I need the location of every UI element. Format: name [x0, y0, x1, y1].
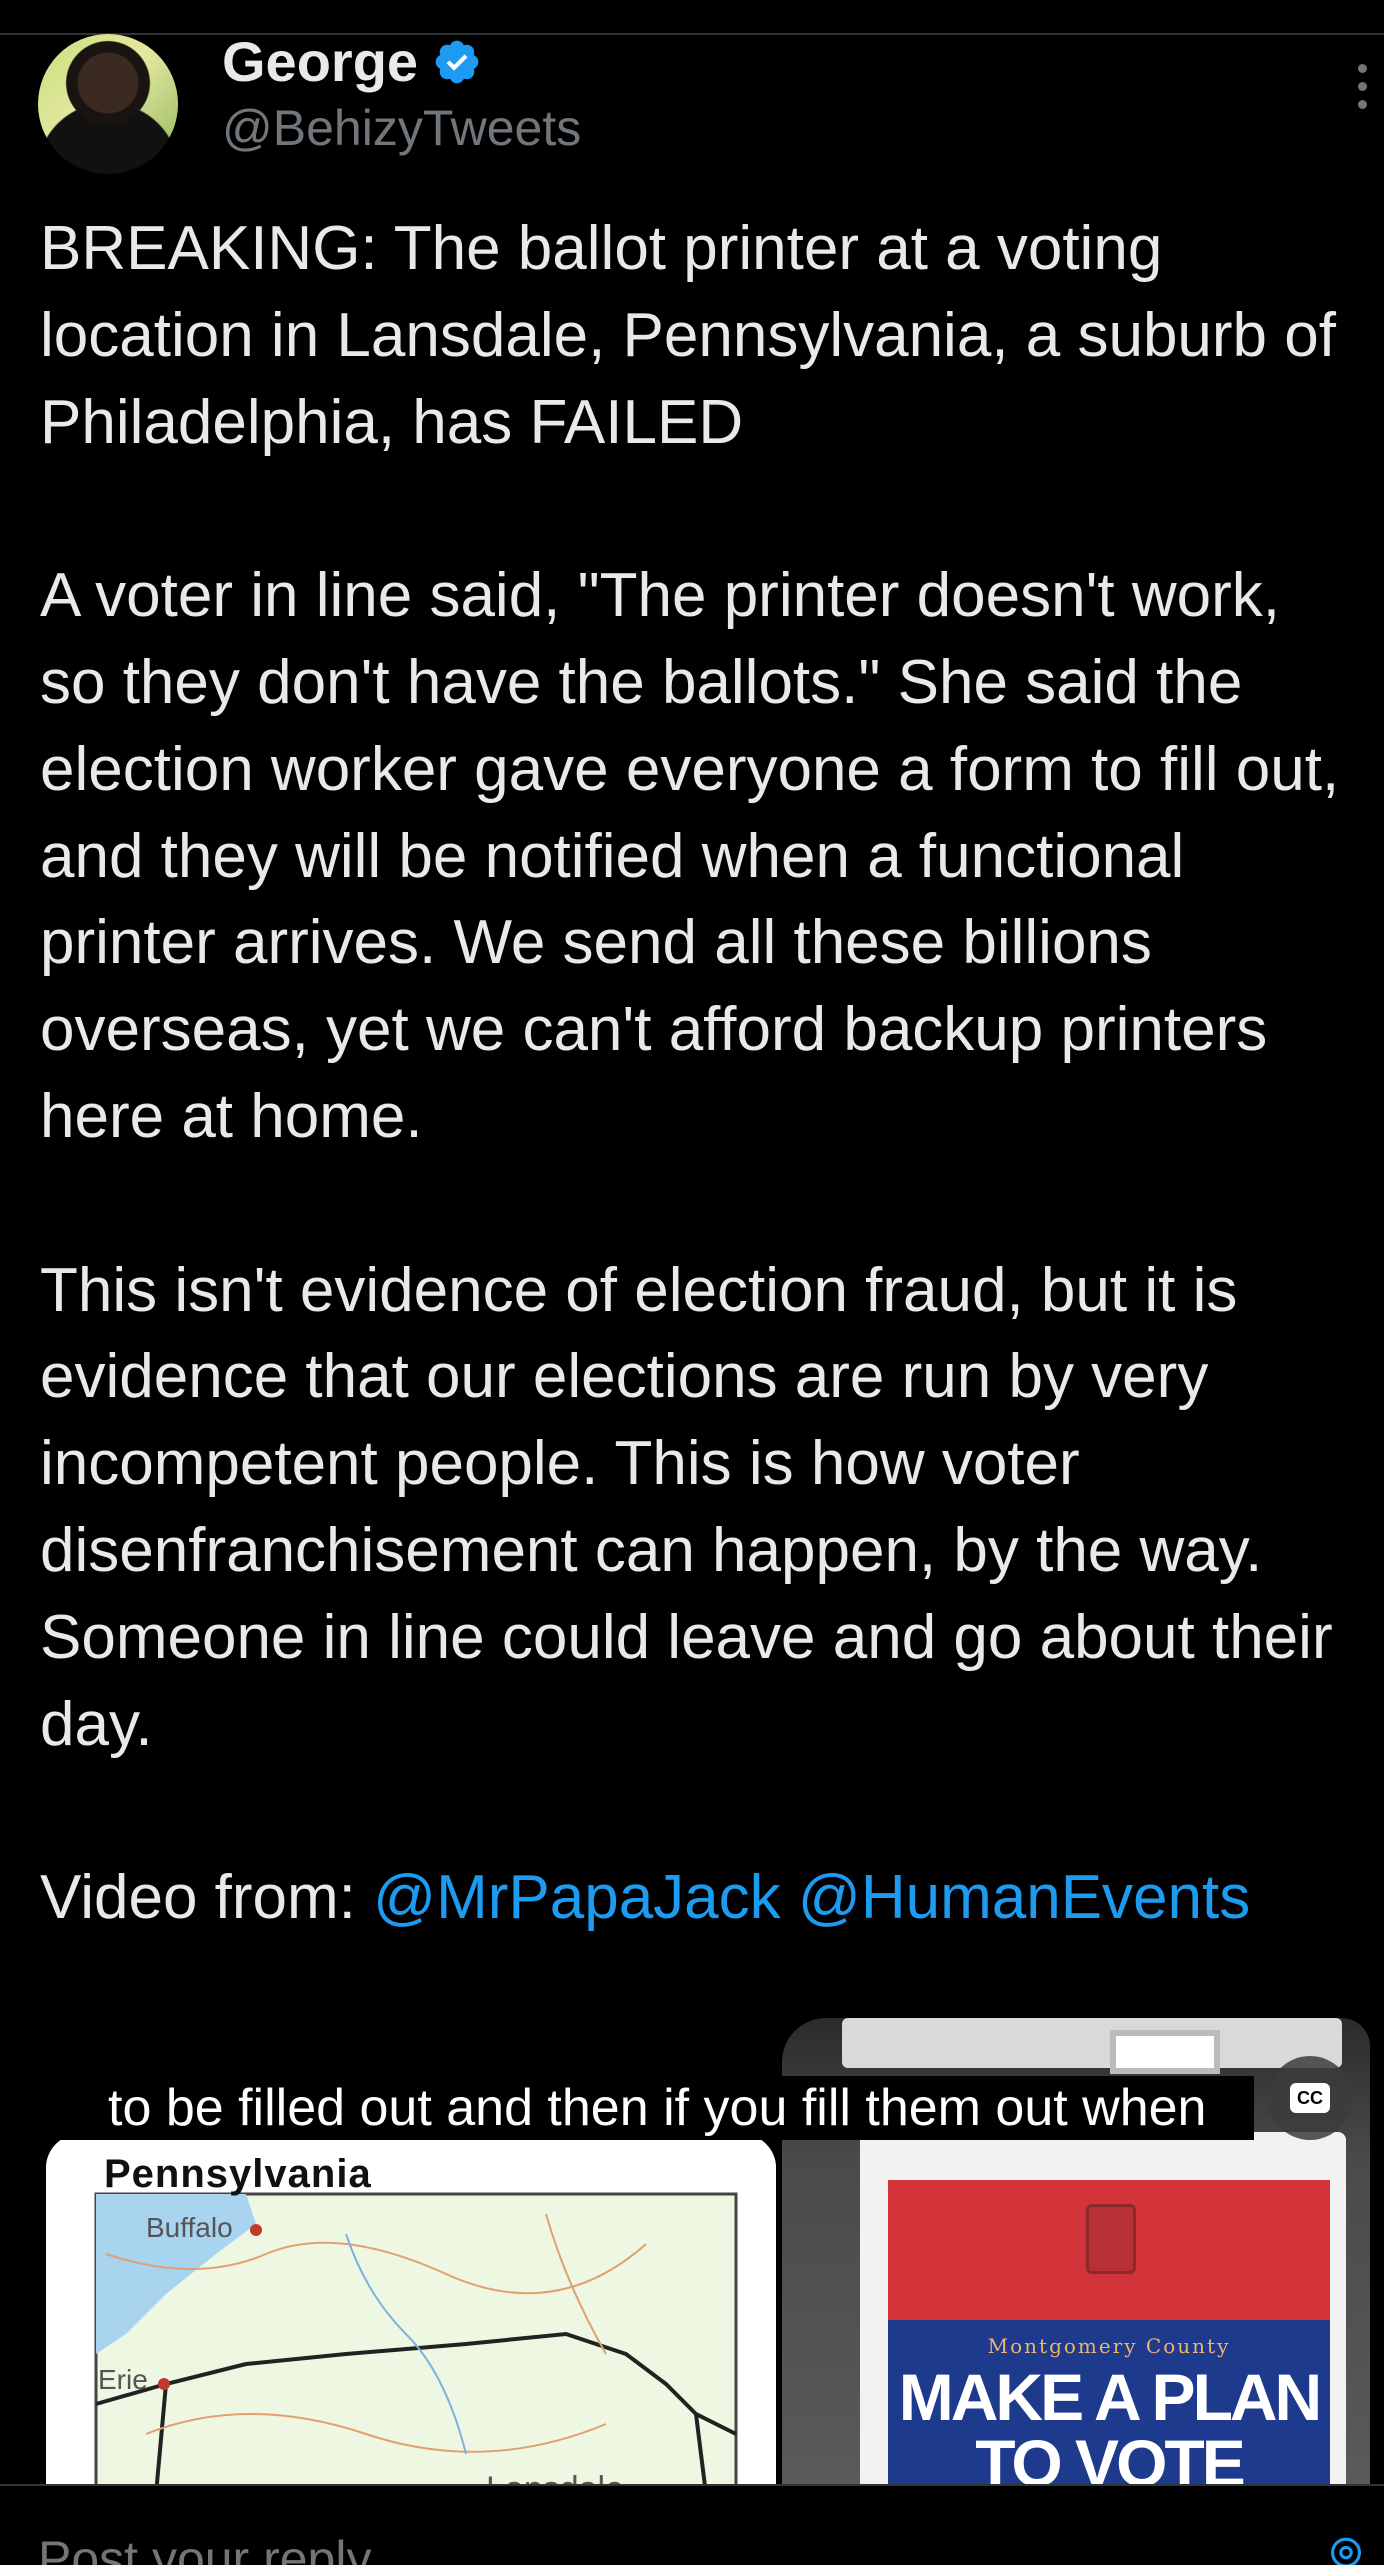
map-label-lansdale: Lansdale	[486, 2470, 624, 2484]
bottom-divider	[0, 2484, 1384, 2486]
sign-frame: Montgomery County MAKE A PLAN TO VOTE	[860, 2132, 1346, 2484]
mention-humanevents[interactable]: @HumanEvents	[798, 1863, 1250, 1932]
author-name-row: George	[222, 30, 482, 94]
pennsylvania-map-panel: Pennsylvania Buffalo Erie Lansdale	[46, 2134, 776, 2484]
tweet-paragraph-3: This isn't evidence of election fraud, b…	[40, 1255, 1350, 1759]
mention-mrpapajack[interactable]: @MrPapaJack	[373, 1863, 781, 1932]
sign-slogan-line-1: MAKE A PLAN	[898, 2360, 1322, 2434]
top-divider	[0, 33, 1384, 35]
reply-input[interactable]: Post your reply	[38, 2534, 371, 2565]
map-title: Pennsylvania	[104, 2152, 372, 2196]
tweet-text: BREAKING: The ballot printer at a voting…	[40, 206, 1360, 1942]
sign-county-name: Montgomery County	[987, 2334, 1231, 2358]
closed-captions-icon: CC	[1290, 2083, 1330, 2113]
stand-slot	[1110, 2030, 1220, 2074]
more-options-icon[interactable]	[1354, 64, 1370, 114]
settings-icon[interactable]	[1316, 2534, 1376, 2565]
video-credit-prefix: Video from:	[40, 1863, 374, 1933]
closed-captions-button[interactable]: CC	[1268, 2056, 1352, 2140]
verified-badge-icon	[435, 40, 479, 84]
author-display-name[interactable]: George	[222, 30, 418, 94]
sign-slogan: MAKE A PLAN TO VOTE	[888, 2364, 1330, 2484]
tweet-paragraph-2: A voter in line said, "The printer doesn…	[40, 561, 1357, 1151]
author-avatar[interactable]	[38, 34, 178, 174]
sign-stand	[842, 2018, 1342, 2074]
video-caption: to be filled out and then if you fill th…	[60, 2076, 1255, 2140]
tweet-page: George @BehizyTweets BREAKING: The ballo…	[0, 0, 1384, 2565]
sign-blue-band: Montgomery County MAKE A PLAN TO VOTE	[888, 2320, 1330, 2484]
map-label-buffalo: Buffalo	[146, 2212, 233, 2243]
video-credit-line: Video from: @MrPapaJack @HumanEvents	[40, 1855, 1360, 1942]
map-label-erie: Erie	[98, 2364, 148, 2395]
author-handle[interactable]: @BehizyTweets	[222, 98, 581, 158]
sign-red-band	[888, 2180, 1330, 2320]
county-seal-icon	[1086, 2204, 1136, 2274]
tweet-paragraph-1: BREAKING: The ballot printer at a voting…	[40, 214, 1354, 457]
sign-slogan-line-2: TO VOTE	[975, 2426, 1246, 2484]
